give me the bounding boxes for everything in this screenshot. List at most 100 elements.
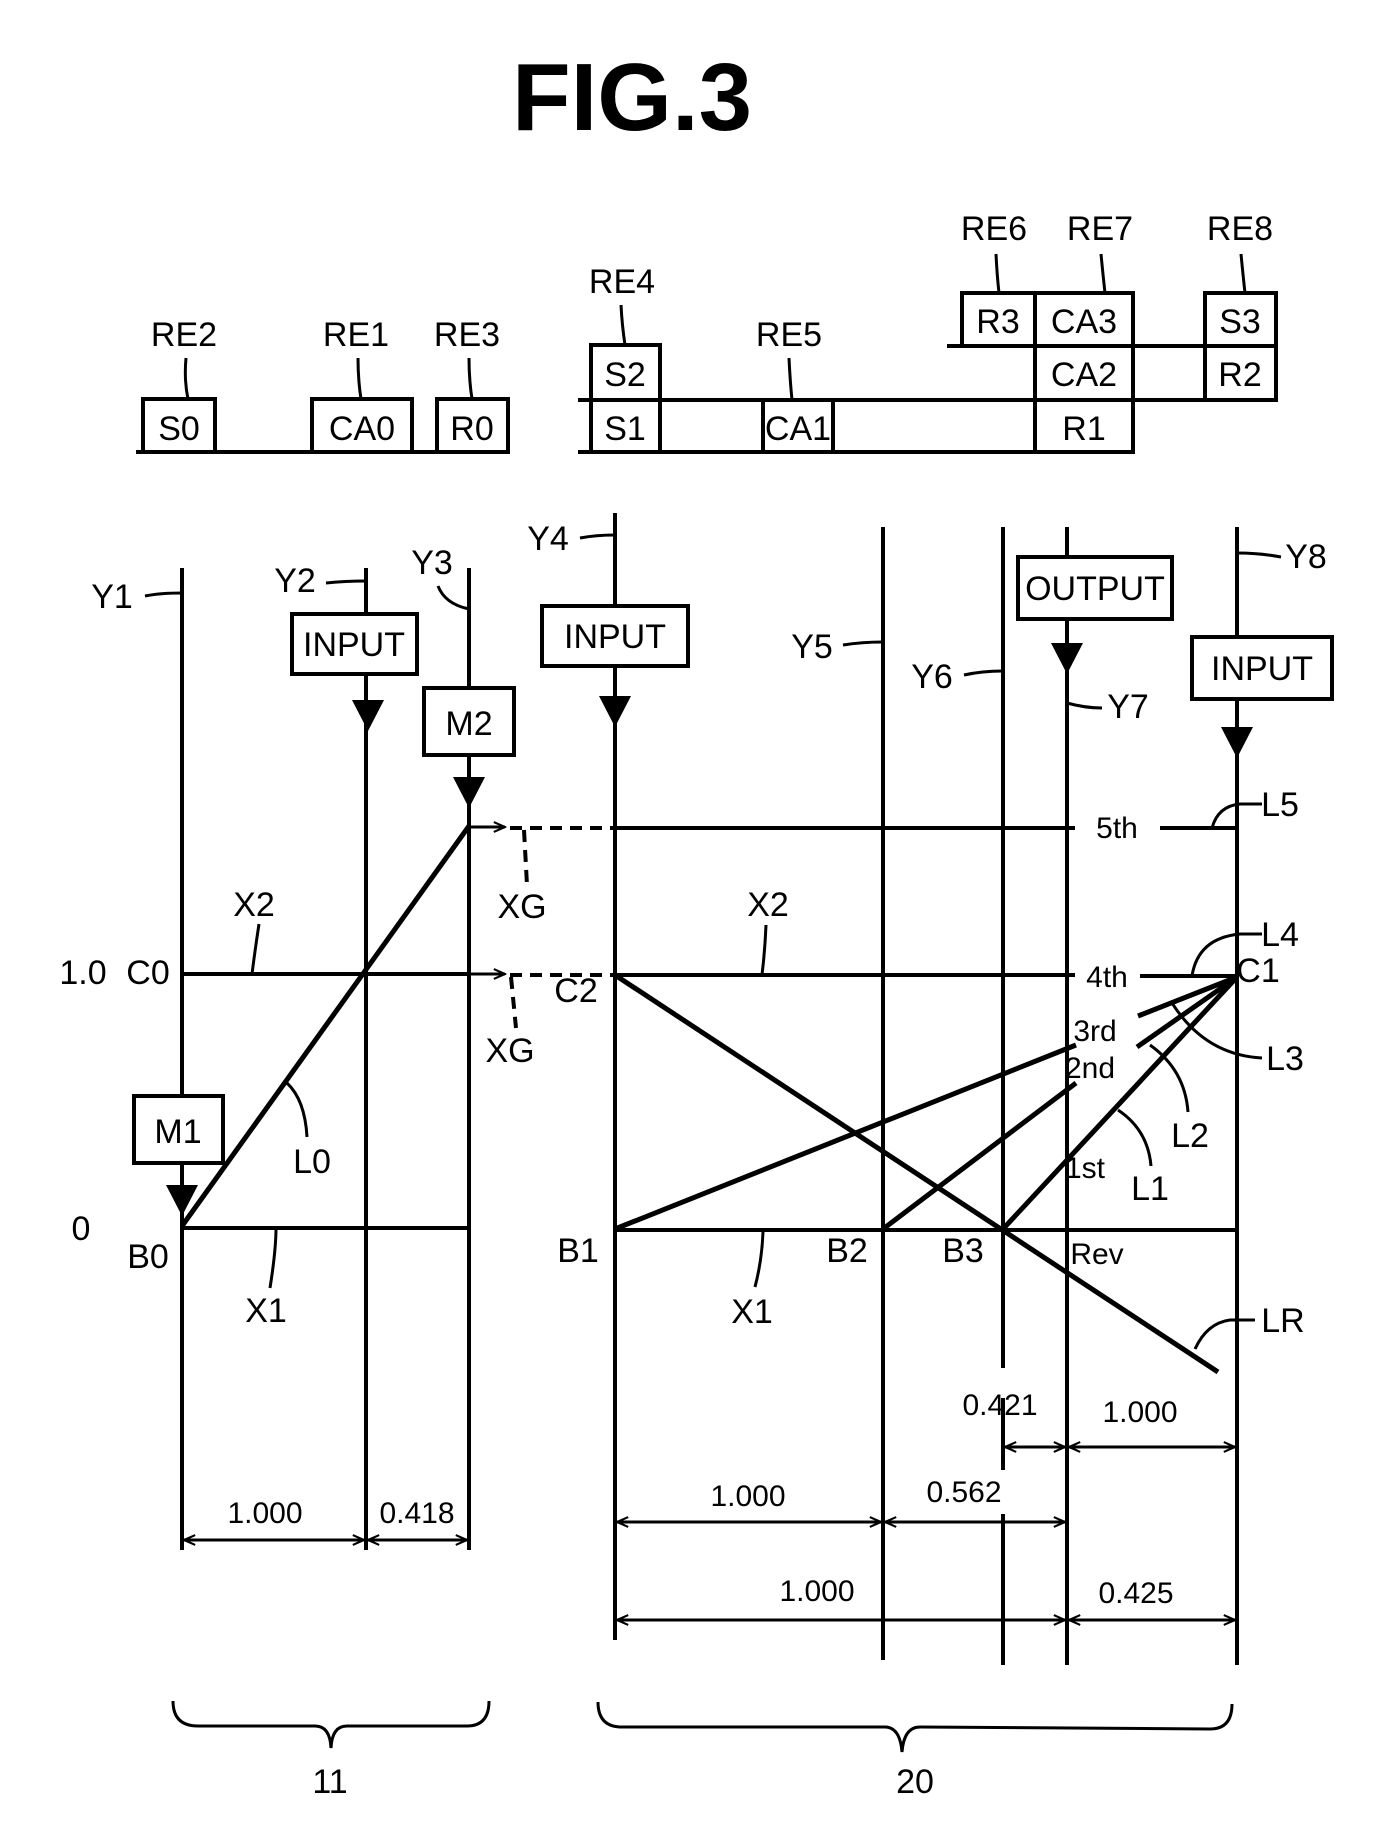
label-re1: RE1 bbox=[323, 316, 389, 354]
point-b3-label: B3 bbox=[942, 1232, 984, 1270]
label-re8: RE8 bbox=[1207, 210, 1273, 248]
leader-re2 bbox=[183, 357, 190, 400]
label-r2: R2 bbox=[1218, 356, 1261, 394]
label-x1-right: X1 bbox=[731, 1293, 773, 1331]
label-m1: M1 bbox=[154, 1113, 201, 1151]
label-x2-right: X2 bbox=[747, 886, 789, 924]
label-re2: RE2 bbox=[151, 316, 217, 354]
point-b1-label: B1 bbox=[557, 1232, 599, 1270]
dim-right-row1-a: 0.421 bbox=[962, 1389, 1037, 1422]
leader-y8 bbox=[1236, 551, 1282, 559]
group-label-11: 11 bbox=[312, 1763, 347, 1801]
leader-y1 bbox=[144, 591, 183, 598]
dim-left-a: 1.000 bbox=[227, 1497, 302, 1530]
leader-l0 bbox=[285, 1081, 309, 1138]
label-x1-left: X1 bbox=[245, 1292, 287, 1330]
top-right-elements: S2 S1 CA1 R3 CA3 CA2 R1 S3 R2 RE4 RE5 RE… bbox=[578, 210, 1278, 454]
point-b2-label: B2 bbox=[826, 1232, 868, 1270]
dim-right-row3-a: 1.000 bbox=[779, 1575, 854, 1608]
label-y4: Y4 bbox=[527, 520, 569, 558]
leader-y6 bbox=[963, 669, 1004, 677]
leader-y5 bbox=[842, 640, 884, 647]
brace-11 bbox=[171, 1700, 491, 1749]
top-left-elements: S0 CA0 R0 RE2 RE1 RE3 bbox=[136, 316, 510, 454]
leader-y7 bbox=[1066, 701, 1103, 710]
label-s0: S0 bbox=[158, 410, 200, 448]
leader-y2 bbox=[325, 579, 367, 585]
label-l2: L2 bbox=[1171, 1117, 1209, 1155]
xg-leader-lower bbox=[509, 976, 518, 1029]
label-input-y8: INPUT bbox=[1211, 650, 1313, 688]
arrow-input-y8-icon bbox=[1221, 727, 1253, 758]
dim-right-row1-b: 1.000 bbox=[1102, 1396, 1177, 1429]
label-s2: S2 bbox=[604, 356, 646, 394]
label-re6: RE6 bbox=[961, 210, 1027, 248]
label-ca2: CA2 bbox=[1051, 356, 1117, 394]
label-y5: Y5 bbox=[791, 628, 833, 666]
arrow-input-y2-icon bbox=[352, 700, 384, 731]
label-l5: L5 bbox=[1261, 786, 1299, 824]
label-l1: L1 bbox=[1131, 1170, 1169, 1208]
arrow-input-y4-icon bbox=[599, 696, 631, 727]
label-m2: M2 bbox=[445, 705, 492, 743]
label-r1: R1 bbox=[1062, 410, 1105, 448]
dim-right-row2-a: 1.000 bbox=[710, 1480, 785, 1513]
label-re5: RE5 bbox=[756, 316, 822, 354]
leader-l2 bbox=[1149, 1043, 1190, 1113]
leader-re5 bbox=[787, 357, 794, 401]
label-l4: L4 bbox=[1261, 916, 1299, 954]
label-re4: RE4 bbox=[589, 263, 655, 301]
gear-3rd-label: 3rd bbox=[1073, 1015, 1116, 1048]
level-zero-label: 0 bbox=[72, 1210, 91, 1248]
label-ca0: CA0 bbox=[329, 410, 395, 448]
label-ca1: CA1 bbox=[765, 410, 831, 448]
label-input-y2: INPUT bbox=[303, 626, 405, 664]
leader-x2-left bbox=[250, 923, 261, 975]
collinear-diagram: FIG.3 S0 CA0 R0 RE2 RE1 RE3 S2 S1 CA1 R3… bbox=[59, 44, 1334, 1801]
arrow-output-y7-icon bbox=[1051, 643, 1083, 674]
gear-4th-label: 4th bbox=[1086, 961, 1128, 994]
gear-2nd-label: 2nd bbox=[1065, 1052, 1115, 1085]
gear-rev-label: Rev bbox=[1070, 1238, 1123, 1271]
right-collinear-chart: Y4 Y5 Y6 Y7 Y8 INPUT OUTPUT INPUT 5th L5… bbox=[527, 513, 1334, 1801]
label-y7: Y7 bbox=[1107, 688, 1149, 726]
leader-re3 bbox=[467, 357, 474, 400]
label-y6: Y6 bbox=[911, 658, 953, 696]
gear-5th-label: 5th bbox=[1096, 812, 1138, 845]
label-ca3: CA3 bbox=[1051, 303, 1117, 341]
line-1st-l1 bbox=[1001, 975, 1239, 1231]
label-l0: L0 bbox=[293, 1143, 331, 1181]
dim-right-row2-b: 0.562 bbox=[926, 1476, 1001, 1509]
leader-re1 bbox=[356, 357, 363, 400]
leader-x1-right bbox=[753, 1231, 765, 1288]
label-y8: Y8 bbox=[1285, 538, 1327, 576]
label-y1: Y1 bbox=[91, 578, 133, 616]
point-b0-label: B0 bbox=[127, 1238, 169, 1276]
group-label-20: 20 bbox=[896, 1763, 934, 1801]
label-input-y4: INPUT bbox=[564, 618, 666, 656]
xg-connectors: XG XG bbox=[471, 827, 615, 1070]
line-rev-lr bbox=[613, 972, 1220, 1375]
label-output-y7: OUTPUT bbox=[1025, 570, 1165, 608]
label-re3: RE3 bbox=[434, 316, 500, 354]
leader-re7 bbox=[1099, 253, 1107, 294]
label-r3: R3 bbox=[976, 303, 1019, 341]
leader-x1-left bbox=[268, 1227, 278, 1289]
leader-x2-right bbox=[760, 924, 768, 976]
label-x2-left: X2 bbox=[233, 886, 275, 924]
label-y3: Y3 bbox=[411, 544, 453, 582]
leader-lr bbox=[1193, 1318, 1255, 1350]
leader-y4 bbox=[579, 533, 616, 540]
leader-l1 bbox=[1117, 1108, 1153, 1167]
level-one-label: 1.0 bbox=[59, 954, 106, 992]
leader-y3 bbox=[436, 585, 470, 611]
line-2nd bbox=[881, 1081, 1078, 1231]
point-c1-label: C1 bbox=[1236, 952, 1279, 990]
dim-left-b: 0.418 bbox=[379, 1497, 454, 1530]
label-xg-lower: XG bbox=[485, 1032, 534, 1070]
left-collinear-chart: Y1 Y2 Y3 INPUT M2 M1 X2 X1 L0 1.0 C0 0 B… bbox=[59, 544, 516, 1801]
leader-re6 bbox=[994, 253, 1001, 294]
brace-20 bbox=[596, 1701, 1234, 1753]
label-r0: R0 bbox=[450, 410, 493, 448]
arrow-m2-icon bbox=[453, 777, 485, 808]
